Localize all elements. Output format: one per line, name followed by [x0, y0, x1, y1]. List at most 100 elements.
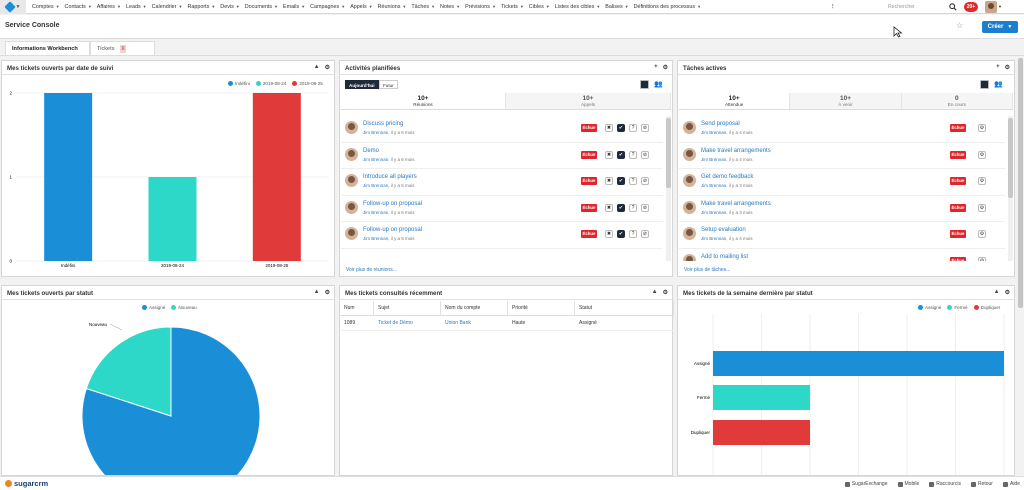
column-header[interactable]: Num — [341, 301, 374, 315]
accept-icon[interactable]: ✔ — [617, 124, 625, 132]
footer-mobile[interactable]: Mobile — [897, 481, 919, 487]
decline-icon[interactable]: ⊘ — [641, 230, 649, 238]
nav-item[interactable]: Calendrier ▼ — [152, 4, 188, 10]
user-filter-icon[interactable] — [640, 80, 649, 89]
more-modules-button[interactable]: ⋮ — [830, 4, 840, 10]
gear-icon[interactable]: ⚙ — [978, 124, 986, 132]
avatar[interactable] — [345, 147, 358, 161]
create-button[interactable]: Créer ▼ — [982, 21, 1018, 33]
decline-icon[interactable]: ⊘ — [641, 150, 649, 159]
scroll-thumb[interactable] — [1008, 118, 1013, 198]
nav-item[interactable]: Emails ▼ — [283, 4, 310, 10]
assigned-user-link[interactable]: Jim Brennan — [701, 236, 726, 241]
close-icon[interactable]: ✖ — [605, 124, 613, 132]
legend-item[interactable]: Dupliquer — [973, 305, 1000, 310]
close-icon[interactable]: ✖ — [605, 177, 613, 185]
gear-icon[interactable]: ⚙ — [978, 203, 986, 212]
nav-item[interactable]: Contacts ▼ — [65, 4, 97, 10]
nav-item[interactable]: Définitions des processus ▼ — [634, 4, 706, 10]
footer-shortcuts[interactable]: Raccourcis — [929, 481, 961, 487]
nav-item[interactable]: Affaires ▼ — [97, 4, 126, 10]
item-title-link[interactable]: Make travel arrangements — [701, 201, 771, 207]
see-more-meetings-link[interactable]: Voir plus de réunions... — [346, 267, 397, 273]
legend-item[interactable]: Assigné — [142, 305, 165, 310]
gear-icon[interactable]: ⚙ — [1005, 289, 1010, 296]
task-scrollbar[interactable] — [1008, 116, 1013, 261]
tentative-icon[interactable]: ? — [629, 177, 637, 185]
item-title-link[interactable]: Discuss pricing — [363, 121, 403, 127]
close-icon[interactable]: ✖ — [605, 230, 613, 238]
gear-icon[interactable]: ⚙ — [325, 289, 330, 296]
nav-item[interactable]: Cibles ▼ — [529, 4, 555, 10]
nav-item[interactable]: Tickets ▼ — [501, 4, 529, 10]
avatar[interactable] — [683, 121, 696, 134]
cell-subject-link[interactable]: Ticket de Démo — [374, 320, 441, 326]
close-icon[interactable]: ✖ — [605, 203, 613, 212]
footer-feedback[interactable]: Retour — [970, 481, 993, 487]
assigned-user-link[interactable]: Jim Brennan — [363, 236, 388, 241]
sugarcrm-logo[interactable]: sugarcrm — [5, 479, 48, 488]
assigned-user-link[interactable]: Jim Brennan — [701, 130, 726, 135]
avatar[interactable] — [345, 227, 358, 240]
gear-icon[interactable]: ⚙ — [978, 256, 986, 261]
search-icon[interactable] — [949, 3, 957, 11]
legend-item[interactable]: 2019-08-25 — [292, 81, 323, 86]
avatar[interactable] — [345, 174, 358, 187]
collapse-icon[interactable]: ▲ — [314, 289, 320, 296]
cell-account-link[interactable]: Union Bank — [441, 320, 508, 326]
tentative-icon[interactable]: ? — [629, 230, 637, 238]
add-icon[interactable]: + — [996, 64, 1000, 71]
item-title-link[interactable]: Follow-up on proposal — [363, 227, 422, 233]
chevron-down-icon[interactable]: ▼ — [998, 4, 1002, 9]
assigned-user-link[interactable]: Jim Brennan — [363, 157, 388, 162]
subtab-meetings[interactable]: 10+ Réunions — [341, 93, 506, 109]
legend-item[interactable]: Nouveau — [171, 305, 197, 310]
accept-icon[interactable]: ✔ — [617, 150, 625, 159]
assigned-user-link[interactable]: Jim Brennan — [701, 210, 726, 215]
column-header[interactable]: Sujet — [374, 301, 441, 315]
global-search-input[interactable]: Rechercher — [886, 2, 942, 12]
assigned-user-link[interactable]: Jim Brennan — [701, 157, 726, 162]
toggle-future[interactable]: Futur — [379, 80, 398, 89]
assigned-user-link[interactable]: Jim Brennan — [701, 183, 726, 188]
scroll-thumb[interactable] — [666, 118, 671, 188]
bar[interactable] — [252, 93, 301, 261]
bar[interactable] — [713, 351, 1004, 376]
avatar[interactable] — [683, 147, 696, 161]
activity-scrollbar[interactable] — [666, 116, 671, 261]
nav-item[interactable]: Devis ▼ — [220, 4, 244, 10]
legend-item[interactable]: 2019-08-24 — [255, 81, 286, 86]
item-title-link[interactable]: Get demo feedback — [701, 174, 753, 180]
nav-item[interactable]: Campagnes ▼ — [310, 4, 350, 10]
legend-item[interactable]: Fermé — [947, 305, 968, 310]
avatar[interactable] — [683, 174, 696, 187]
tentative-icon[interactable]: ? — [629, 150, 637, 159]
team-filter-icon[interactable]: 👥 — [994, 80, 1003, 88]
column-header[interactable]: Nom du compte — [441, 301, 508, 315]
nav-item[interactable]: Appels ▼ — [350, 4, 377, 10]
assigned-user-link[interactable]: Jim Brennan — [363, 130, 388, 135]
nav-item[interactable]: Balises ▼ — [605, 4, 633, 10]
team-filter-icon[interactable]: 👥 — [654, 80, 663, 88]
nav-item[interactable]: Prévisions ▼ — [465, 4, 501, 10]
nav-item[interactable]: Documents ▼ — [245, 4, 283, 10]
accept-icon[interactable]: ✔ — [617, 230, 625, 238]
close-tab-icon[interactable]: X — [120, 45, 126, 53]
decline-icon[interactable]: ⊘ — [641, 124, 649, 132]
tab-tickets[interactable]: Tickets X — [90, 41, 155, 55]
nav-item[interactable]: Leads ▼ — [126, 4, 152, 10]
user-filter-icon[interactable] — [980, 80, 989, 89]
notifications-badge[interactable]: 20+ — [964, 2, 978, 12]
bar[interactable] — [148, 177, 197, 261]
user-avatar[interactable] — [985, 1, 997, 13]
item-title-link[interactable]: Send proposal — [701, 121, 740, 127]
item-title-link[interactable]: Follow-up on proposal — [363, 201, 422, 207]
decline-icon[interactable]: ⊘ — [641, 203, 649, 212]
nav-item[interactable]: Réunions ▼ — [378, 4, 412, 10]
legend-item[interactable]: Assigné — [918, 305, 941, 310]
nav-item[interactable]: Notes ▼ — [440, 4, 465, 10]
favorite-star-icon[interactable]: ☆ — [956, 21, 963, 30]
tab-informations-workbench[interactable]: Informations Workbench — [5, 41, 90, 55]
gear-icon[interactable]: ⚙ — [978, 150, 986, 159]
toggle-today[interactable]: Aujourd'hui — [345, 80, 379, 89]
